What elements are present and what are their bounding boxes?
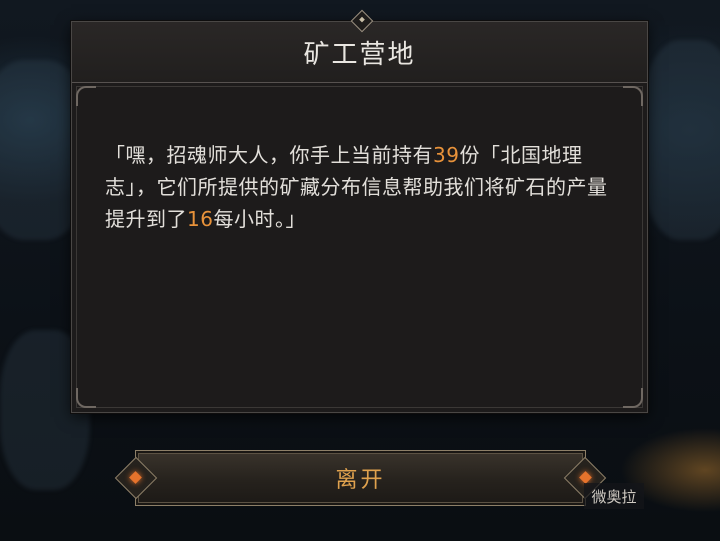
dialog-title: 矿工营地 — [303, 39, 416, 70]
dialog-body-frame — [76, 86, 643, 408]
dialog-message: 「嘿，招魂师大人，你手上当前持有39份「北国地理志」，它们所提供的矿藏分布信息帮… — [105, 139, 610, 235]
dialog-title-bar: 矿工营地 — [72, 22, 647, 83]
background-label: 微奥拉 — [584, 483, 644, 509]
message-text: 每小时。」 — [213, 207, 306, 231]
corner-ornament-icon — [76, 388, 96, 408]
corner-ornament-icon — [76, 86, 96, 106]
leave-button-label: 离开 — [335, 468, 386, 493]
leave-button[interactable]: 离开 — [113, 447, 608, 509]
message-text: 「嘿，招魂师大人，你手上当前持有 — [105, 143, 433, 167]
corner-ornament-icon — [623, 86, 643, 106]
mining-camp-dialog: 矿工营地 「嘿，招魂师大人，你手上当前持有39份「北国地理志」，它们所提供的矿藏… — [71, 9, 648, 413]
book-count: 39 — [433, 143, 460, 167]
production-rate: 16 — [187, 207, 214, 231]
corner-ornament-icon — [623, 388, 643, 408]
bg-rock — [640, 40, 720, 240]
